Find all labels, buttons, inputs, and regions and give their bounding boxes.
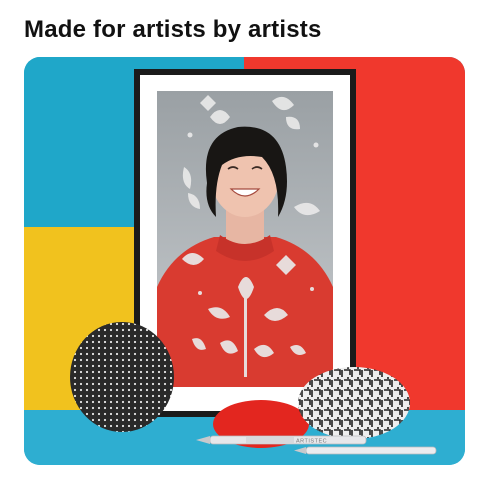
maze-stone-icon — [298, 367, 410, 439]
scene-illustration: ARTISTEC — [24, 57, 465, 465]
headline: Made for artists by artists — [24, 16, 322, 43]
product-scene: ARTISTEC — [24, 57, 465, 465]
dotted-stone-icon — [70, 322, 174, 432]
pen-brand-label: ARTISTEC — [296, 439, 327, 445]
